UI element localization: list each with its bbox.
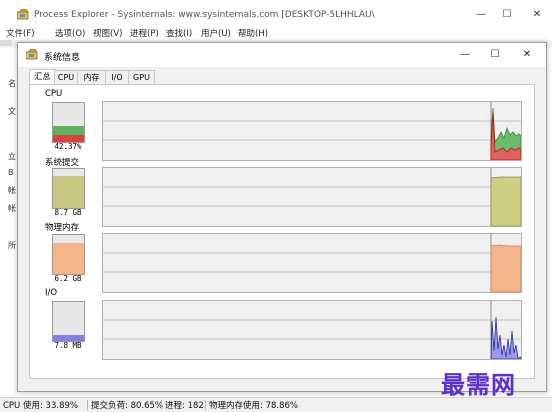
io-value: 7.8 MB	[54, 341, 82, 350]
menu-find[interactable]: 查找(I)	[166, 27, 192, 39]
cpu-value: 42.37%	[54, 142, 82, 151]
dialog-title: 系统信息	[44, 53, 81, 63]
physical-memory-value: 6.2 GB	[54, 274, 82, 283]
list-item: 文	[8, 107, 16, 116]
menu-file[interactable]: 文件(F)	[6, 27, 35, 39]
io-history-graph	[102, 300, 522, 360]
cpu-meter	[52, 102, 85, 143]
io-label: I/O	[45, 288, 58, 298]
status-separator	[87, 400, 88, 410]
tab-cpu[interactable]: CPU	[54, 70, 78, 84]
commit-value: 8.7 GB	[54, 208, 82, 217]
commit-meter	[52, 168, 85, 209]
tab-summary[interactable]: 汇总	[29, 69, 56, 85]
list-item: 所	[8, 241, 16, 250]
close-button[interactable]: ✕	[528, 8, 546, 22]
commit-meter-fill	[53, 176, 84, 208]
dialog-close-button[interactable]: ✕	[516, 47, 538, 63]
toolbar-button[interactable]	[0, 40, 12, 46]
dialog-maximize-button[interactable]: ☐	[484, 47, 506, 63]
cpu-label: CPU	[45, 89, 63, 99]
maximize-button[interactable]: ☐	[498, 8, 516, 22]
cpu-meter-kernel-fill	[53, 135, 84, 142]
system-info-icon	[26, 49, 38, 60]
tab-gpu[interactable]: GPU	[128, 70, 155, 84]
menu-options[interactable]: 选项(O)	[55, 27, 85, 39]
list-item: 帐	[8, 204, 16, 213]
system-information-dialog: 系统信息 — ☐ ✕ 汇总 CPU 内存 I/O GPU CPU 42.37%	[17, 42, 547, 392]
minimize-button[interactable]: —	[472, 8, 490, 22]
list-item: 名	[8, 79, 16, 88]
status-separator	[161, 400, 162, 410]
status-processes: 进程: 182	[165, 401, 204, 411]
dialog-titlebar[interactable]: 系统信息 — ☐ ✕	[18, 43, 546, 67]
dialog-minimize-button[interactable]: —	[454, 47, 476, 63]
commit-label: 系统提交	[45, 158, 80, 168]
process-list-edge: 名 文 立 B 帐 帐 所	[0, 48, 16, 398]
list-item: B	[8, 168, 14, 177]
cpu-history-graph	[102, 101, 522, 161]
commit-history-graph	[102, 167, 522, 227]
physical-memory-meter	[52, 234, 85, 275]
summary-panel: CPU 42.37% 系统提交 8.7 GB 物理内存 6.2 GB I/O 7…	[29, 84, 535, 379]
io-meter	[52, 301, 85, 342]
menu-process[interactable]: 进程(P)	[130, 27, 159, 39]
menu-help[interactable]: 帮助(H)	[238, 27, 268, 39]
list-item: 立	[8, 152, 16, 161]
menu-view[interactable]: 视图(V)	[93, 27, 122, 39]
physical-memory-meter-fill	[53, 243, 84, 274]
tab-memory[interactable]: 内存	[77, 70, 106, 84]
watermark-logo: 最需网	[441, 370, 516, 399]
status-physical-memory: 物理内存使用: 78.86%	[209, 401, 298, 411]
list-item: 帐	[8, 186, 16, 195]
physical-memory-label: 物理内存	[45, 223, 80, 233]
process-explorer-icon	[17, 9, 29, 20]
tab-io[interactable]: I/O	[105, 70, 129, 84]
status-commit-charge: 提交负荷: 80.65%	[91, 401, 163, 411]
menu-bar: 文件(F) 选项(O) 视图(V) 进程(P) 查找(I) 用户(U) 帮助(H…	[0, 26, 552, 40]
status-cpu-usage: CPU 使用: 33.89%	[3, 401, 78, 411]
physical-memory-history-graph	[102, 233, 522, 293]
app-title: Process Explorer - Sysinternals: www.sys…	[34, 10, 375, 20]
menu-users[interactable]: 用户(U)	[201, 27, 231, 39]
status-separator	[205, 400, 206, 410]
